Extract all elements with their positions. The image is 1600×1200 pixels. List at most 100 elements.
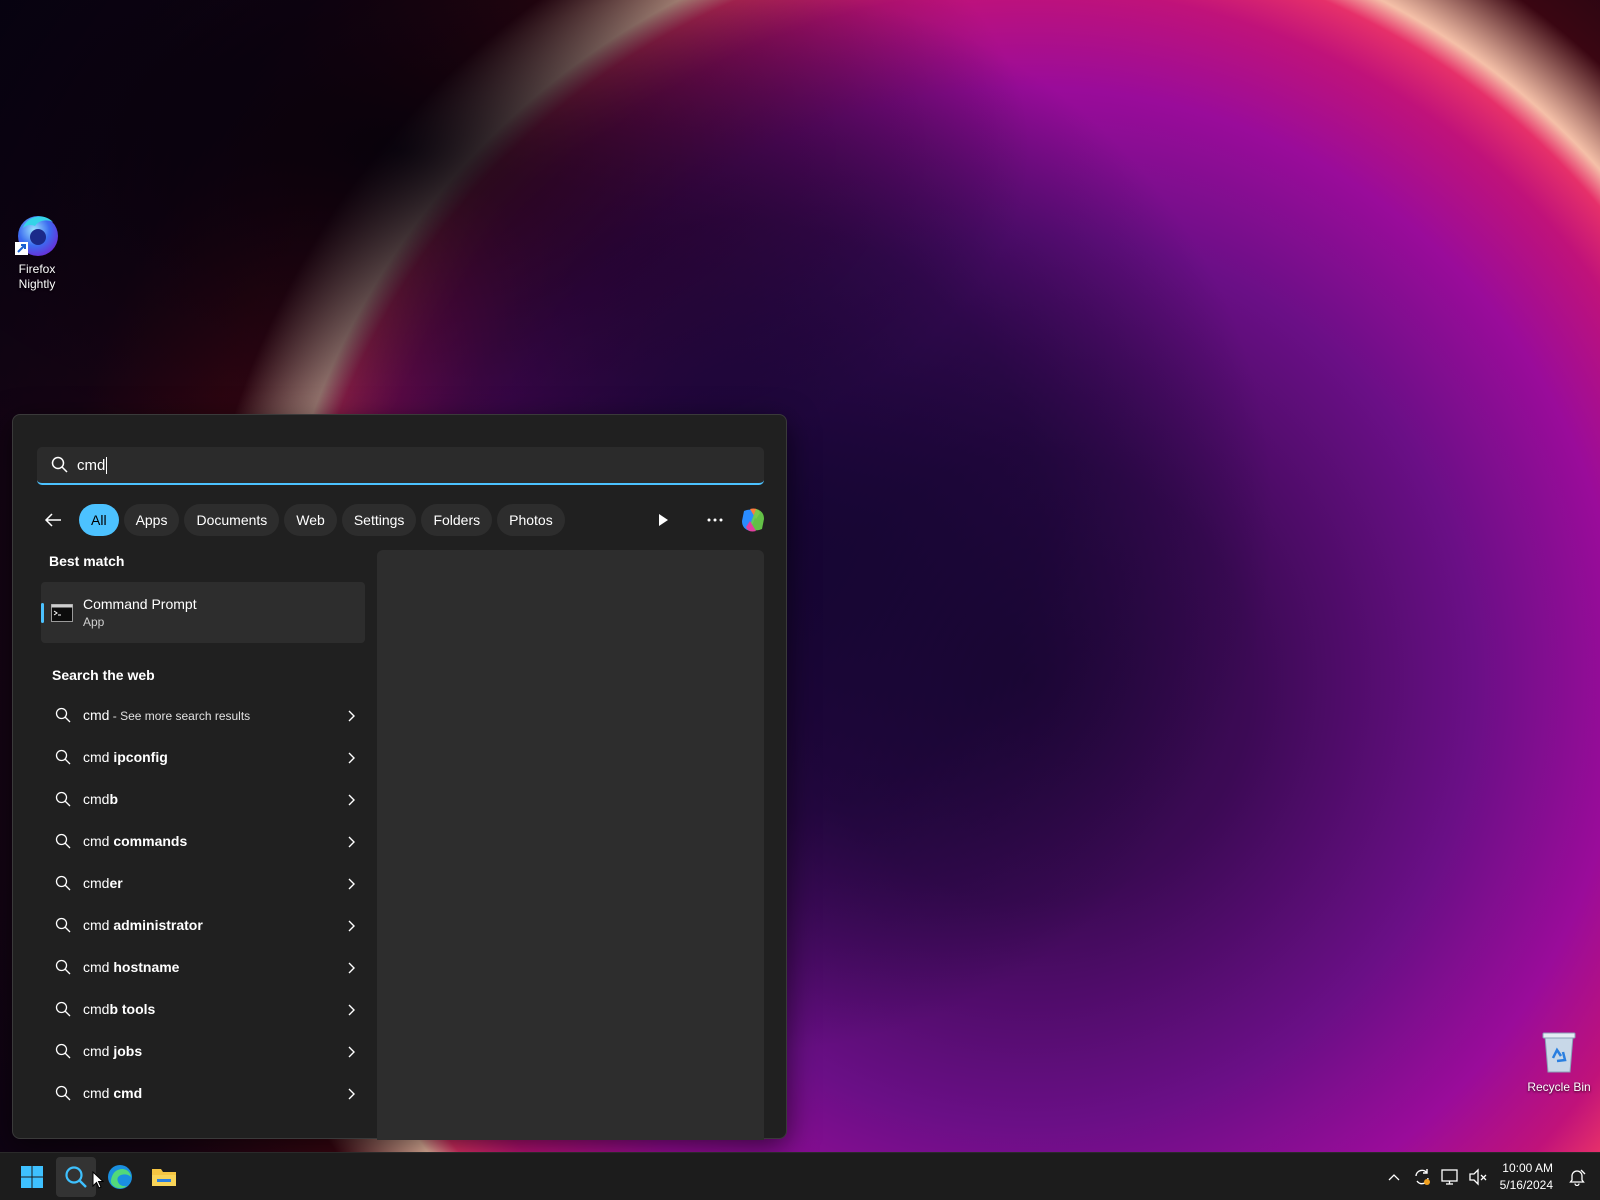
folder-icon	[152, 1169, 176, 1186]
search-icon	[55, 833, 71, 849]
start-button[interactable]	[12, 1157, 52, 1197]
chevron-right-icon	[345, 751, 357, 764]
search-icon	[55, 707, 71, 723]
web-suggestion-item[interactable]: cmder	[41, 862, 371, 904]
filter-photos[interactable]: Photos	[497, 504, 565, 536]
search-icon	[65, 1166, 87, 1188]
copilot-button[interactable]	[737, 504, 769, 536]
back-arrow-icon	[44, 513, 61, 527]
web-suggestion-item[interactable]: cmdb tools	[41, 988, 371, 1030]
search-icon	[55, 791, 71, 807]
more-options-button[interactable]	[699, 504, 731, 536]
suggestion-completion: jobs	[113, 1043, 143, 1059]
suggestion-completion: cmd	[113, 1085, 143, 1101]
suggestion-note: - See more search results	[109, 709, 251, 723]
search-icon	[55, 917, 71, 933]
selection-indicator	[41, 603, 44, 623]
chevron-right-icon	[345, 1003, 357, 1016]
suggestion-completion: b tools	[109, 1001, 156, 1017]
chevron-right-icon	[345, 877, 357, 890]
best-match-result[interactable]: Command Prompt App	[41, 582, 365, 643]
search-input[interactable]: cmd	[37, 447, 764, 485]
search-filters: All Apps Documents Web Settings Folders …	[37, 504, 769, 536]
suggestion-text: cmd	[83, 1043, 114, 1059]
web-suggestion-item[interactable]: cmdb	[41, 778, 371, 820]
speaker-muted-icon	[1468, 1168, 1487, 1186]
network-icon	[1440, 1169, 1458, 1185]
taskbar-file-explorer-button[interactable]	[144, 1157, 184, 1197]
notification-center-button[interactable]	[1564, 1157, 1590, 1197]
filter-documents[interactable]: Documents	[184, 504, 280, 536]
windows-logo-icon	[21, 1166, 43, 1188]
web-suggestion-item[interactable]: cmd cmd	[41, 1072, 371, 1114]
chevron-right-icon	[345, 835, 357, 848]
suggestion-text: cmd	[83, 1001, 110, 1017]
clock[interactable]: 10:00 AM 5/16/2024	[1500, 1160, 1553, 1194]
suggestion-text: cmd	[83, 875, 110, 891]
volume-button[interactable]	[1465, 1157, 1491, 1197]
desktop-icon-recycle-bin[interactable]: Recycle Bin	[1522, 1028, 1596, 1095]
search-icon	[51, 456, 69, 474]
best-match-subtitle: App	[83, 615, 105, 629]
web-suggestion-item[interactable]: cmd - See more search results	[41, 694, 371, 736]
suggestion-text: cmd	[83, 791, 110, 807]
firefox-nightly-icon	[13, 210, 61, 258]
chevron-right-icon	[345, 1087, 357, 1100]
desktop-icon-firefox-nightly[interactable]: Firefox Nightly	[0, 210, 74, 292]
search-icon	[55, 1043, 71, 1059]
search-icon	[55, 959, 71, 975]
web-suggestions-list: cmd - See more search results cmd ipconf…	[41, 694, 371, 1114]
desktop-icon-label: Firefox Nightly	[18, 262, 56, 291]
desktop-icon-label: Recycle Bin	[1527, 1080, 1591, 1094]
filter-folders[interactable]: Folders	[421, 504, 493, 536]
web-suggestion-item[interactable]: cmd administrator	[41, 904, 371, 946]
more-filters-button[interactable]	[647, 504, 679, 536]
recycle-bin-icon	[1535, 1028, 1583, 1076]
ellipsis-icon	[707, 518, 723, 522]
search-icon	[55, 1085, 71, 1101]
chevron-right-icon	[345, 793, 357, 806]
system-tray: 10:00 AM 5/16/2024	[1380, 1153, 1600, 1200]
best-match-heading: Best match	[49, 553, 125, 569]
sync-icon	[1414, 1169, 1430, 1185]
chevron-right-icon	[345, 961, 357, 974]
chevron-right-icon	[345, 919, 357, 932]
suggestion-completion: administrator	[113, 917, 203, 933]
network-status-button[interactable]	[1437, 1157, 1463, 1197]
search-icon	[55, 749, 71, 765]
suggestion-text: cmd	[83, 707, 110, 723]
notification-bell-icon	[1569, 1169, 1586, 1186]
suggestion-completion: er	[109, 875, 123, 891]
suggestion-text: cmd	[83, 959, 114, 975]
web-suggestion-item[interactable]: cmd commands	[41, 820, 371, 862]
results-column: Best match Command Prompt App Search the…	[41, 553, 371, 1114]
chevron-right-icon	[345, 709, 357, 722]
search-query: cmd	[77, 456, 106, 474]
filter-all[interactable]: All	[79, 504, 119, 536]
clock-time: 10:00 AM	[1502, 1161, 1553, 1175]
command-prompt-icon	[51, 603, 73, 622]
text-caret	[106, 456, 108, 474]
search-panel: cmd All Apps Documents Web Settings Fold…	[12, 414, 787, 1140]
taskbar-search-button[interactable]	[56, 1157, 96, 1197]
chevron-up-icon	[1388, 1174, 1400, 1181]
suggestion-completion: b	[109, 791, 119, 807]
taskbar-edge-button[interactable]	[100, 1157, 140, 1197]
suggestion-text: cmd	[83, 917, 114, 933]
copilot-icon	[742, 508, 764, 532]
show-hidden-icons-button[interactable]	[1381, 1157, 1407, 1197]
filter-web[interactable]: Web	[284, 504, 337, 536]
suggestion-completion: commands	[113, 833, 188, 849]
web-suggestion-item[interactable]: cmd hostname	[41, 946, 371, 988]
back-button[interactable]	[37, 504, 69, 536]
web-suggestion-item[interactable]: cmd jobs	[41, 1030, 371, 1072]
play-icon	[659, 514, 668, 526]
filter-settings[interactable]: Settings	[341, 504, 417, 536]
filter-apps[interactable]: Apps	[123, 504, 180, 536]
suggestion-completion: hostname	[113, 959, 180, 975]
clock-date: 5/16/2024	[1499, 1178, 1553, 1192]
web-suggestion-item[interactable]: cmd ipconfig	[41, 736, 371, 778]
sync-status-button[interactable]	[1409, 1157, 1435, 1197]
taskbar: 10:00 AM 5/16/2024	[0, 1152, 1600, 1200]
chevron-right-icon	[345, 1045, 357, 1058]
